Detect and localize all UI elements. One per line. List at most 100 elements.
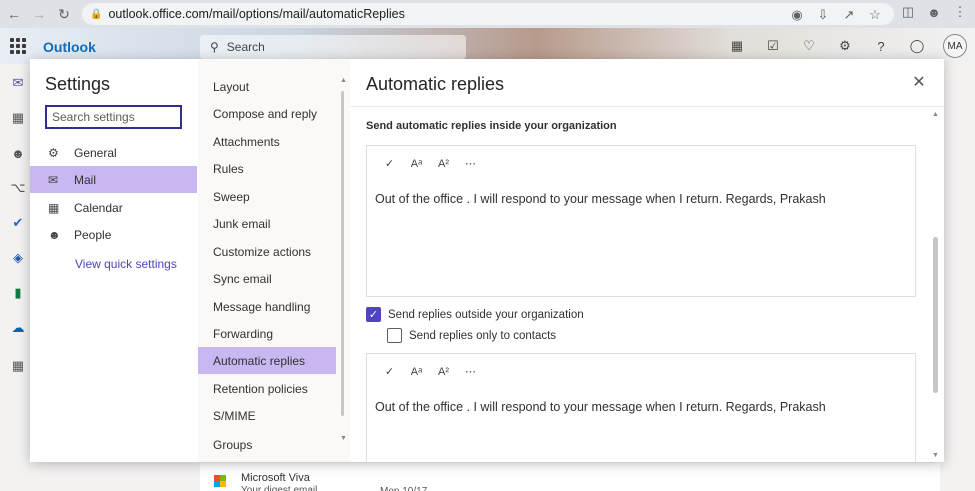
outlook-brand[interactable]: Outlook — [43, 39, 96, 55]
subitem-rules[interactable]: Rules — [198, 155, 336, 182]
subitem-smime[interactable]: S/MIME — [198, 402, 336, 429]
category-label: General — [74, 145, 117, 160]
subitem-retention-policies[interactable]: Retention policies — [198, 375, 336, 402]
inside-org-label: Send automatic replies inside your organ… — [366, 120, 617, 132]
nav-scrollbar[interactable] — [341, 91, 344, 416]
mail-date: Mon 10/17 — [380, 486, 427, 491]
settings-dialog: Settings ⚙ General ✉ Mail ▦ Calendar ☻ P… — [30, 59, 944, 462]
mail-icon[interactable]: ✉ — [9, 74, 27, 92]
people-icon[interactable]: ☻ — [9, 144, 27, 162]
scroll-down-icon[interactable]: ▼ — [340, 435, 347, 442]
microsoft-logo-icon — [214, 475, 226, 487]
scroll-up-icon[interactable]: ▲ — [340, 77, 347, 84]
subitem-sweep[interactable]: Sweep — [198, 183, 336, 210]
superscript-icon[interactable]: A² — [436, 364, 451, 379]
close-icon[interactable]: ✕ — [910, 73, 928, 91]
bookings-icon[interactable]: ▮ — [9, 284, 27, 302]
url-text: outlook.office.com/mail/options/mail/aut… — [108, 7, 405, 21]
outlook-search[interactable]: ⚲ Search — [200, 35, 466, 59]
category-general[interactable]: ⚙ General — [30, 139, 197, 166]
format-painter-icon[interactable]: ✓ — [382, 364, 397, 379]
category-label: People — [74, 227, 112, 242]
category-mail[interactable]: ✉ Mail — [30, 166, 197, 193]
subitem-attachments[interactable]: Attachments — [198, 128, 336, 155]
app-launcher-icon[interactable] — [10, 38, 26, 54]
mail-sender: Microsoft Viva — [241, 472, 310, 484]
contacts-only-option[interactable]: Send replies only to contacts — [387, 328, 556, 343]
attach-icon[interactable]: ⌥ — [9, 179, 27, 197]
calendar-icon[interactable]: ▦ — [9, 109, 27, 127]
my-day-icon[interactable]: ☑ — [763, 36, 783, 56]
category-calendar[interactable]: ▦ Calendar — [30, 194, 197, 221]
side-panel-icon[interactable]: ◫ — [899, 3, 917, 21]
editor-toolbar: ✓ Aᵃ A² ⋯ — [382, 156, 478, 171]
superscript-icon[interactable]: A² — [436, 156, 451, 171]
calendar-icon: ▦ — [48, 200, 60, 215]
contacts-only-label: Send replies only to contacts — [409, 329, 557, 342]
editor-toolbar: ✓ Aᵃ A² ⋯ — [382, 364, 478, 379]
category-label: Calendar — [74, 200, 123, 215]
view-quick-settings-link[interactable]: View quick settings — [75, 257, 177, 271]
office-icon[interactable]: ▦ — [727, 36, 747, 56]
automatic-replies-pane: Automatic replies ✕ Send automatic repli… — [350, 59, 944, 462]
mail-icon: ✉ — [48, 172, 59, 187]
inside-reply-text[interactable]: Out of the office . I will respond to yo… — [375, 192, 826, 206]
gear-icon[interactable]: ⚙ — [835, 36, 855, 56]
onedrive-icon[interactable]: ☁ — [9, 319, 27, 337]
profile-icon[interactable]: ☻ — [925, 3, 943, 21]
category-people[interactable]: ☻ People — [30, 221, 197, 248]
gear-icon: ⚙ — [48, 145, 59, 160]
subitem-junk-email[interactable]: Junk email — [198, 210, 336, 237]
back-icon[interactable]: ← — [3, 3, 25, 25]
font-size-icon[interactable]: Aᵃ — [409, 156, 424, 171]
star-icon[interactable]: ☆ — [866, 6, 884, 24]
outside-org-option[interactable]: ✓ Send replies outside your organization — [366, 307, 584, 322]
settings-title: Settings — [45, 74, 111, 94]
more-apps-icon[interactable]: ▦ — [9, 357, 27, 375]
more-options-icon[interactable]: ⋯ — [463, 364, 478, 379]
subitem-message-handling[interactable]: Message handling — [198, 293, 336, 320]
outside-org-label: Send replies outside your organization — [388, 308, 584, 321]
more-options-icon[interactable]: ⋯ — [463, 156, 478, 171]
bell-icon[interactable]: ♡ — [799, 36, 819, 56]
format-painter-icon[interactable]: ✓ — [382, 156, 397, 171]
kebab-menu-icon[interactable]: ⋮ — [951, 3, 969, 21]
subitem-customize-actions[interactable]: Customize actions — [198, 238, 336, 265]
address-bar[interactable]: 🔒 outlook.office.com/mail/options/mail/a… — [82, 3, 894, 25]
contacts-only-checkbox[interactable] — [387, 328, 402, 343]
eye-icon[interactable]: ◉ — [788, 6, 806, 24]
subitem-forwarding[interactable]: Forwarding — [198, 320, 336, 347]
outside-reply-editor[interactable]: ✓ Aᵃ A² ⋯ Out of the office . I will res… — [366, 353, 916, 462]
people-icon: ☻ — [48, 227, 61, 242]
font-size-icon[interactable]: Aᵃ — [409, 364, 424, 379]
help-icon[interactable]: ? — [871, 36, 891, 56]
lightbulb-icon[interactable]: ◯ — [907, 36, 927, 56]
reload-icon[interactable]: ↻ — [53, 3, 75, 25]
settings-categories: Settings ⚙ General ✉ Mail ▦ Calendar ☻ P… — [30, 59, 200, 462]
outside-org-checkbox[interactable]: ✓ — [366, 307, 381, 322]
subitem-automatic-replies[interactable]: Automatic replies — [198, 347, 336, 374]
todo-icon[interactable]: ✔ — [9, 214, 27, 232]
share-icon[interactable]: ↗ — [840, 6, 858, 24]
scroll-down-icon[interactable]: ▼ — [932, 452, 939, 459]
subitem-sync-email[interactable]: Sync email — [198, 265, 336, 292]
inside-reply-editor[interactable]: ✓ Aᵃ A² ⋯ Out of the office . I will res… — [366, 145, 916, 297]
pane-title: Automatic replies — [366, 74, 505, 94]
mail-subject: Your digest email — [241, 485, 318, 491]
subitem-compose-and-reply[interactable]: Compose and reply — [198, 100, 336, 127]
mail-settings-nav: Layout Compose and reply Attachments Rul… — [198, 59, 350, 462]
yammer-icon[interactable]: ◈ — [9, 249, 27, 267]
subitem-groups[interactable]: Groups — [198, 430, 336, 452]
pane-scrollbar[interactable] — [933, 237, 938, 393]
subitem-layout[interactable]: Layout — [198, 73, 336, 100]
install-icon[interactable]: ⇩ — [814, 6, 832, 24]
settings-search-input[interactable] — [45, 105, 182, 129]
scroll-up-icon[interactable]: ▲ — [932, 111, 939, 118]
forward-icon[interactable]: → — [28, 3, 50, 25]
avatar[interactable]: MA — [943, 34, 967, 58]
outlook-search-placeholder: Search — [226, 40, 265, 54]
search-icon: ⚲ — [210, 40, 219, 54]
outside-reply-text[interactable]: Out of the office . I will respond to yo… — [375, 400, 826, 414]
category-label: Mail — [74, 172, 97, 187]
browser-toolbar: ← → ↻ 🔒 outlook.office.com/mail/options/… — [0, 0, 975, 28]
